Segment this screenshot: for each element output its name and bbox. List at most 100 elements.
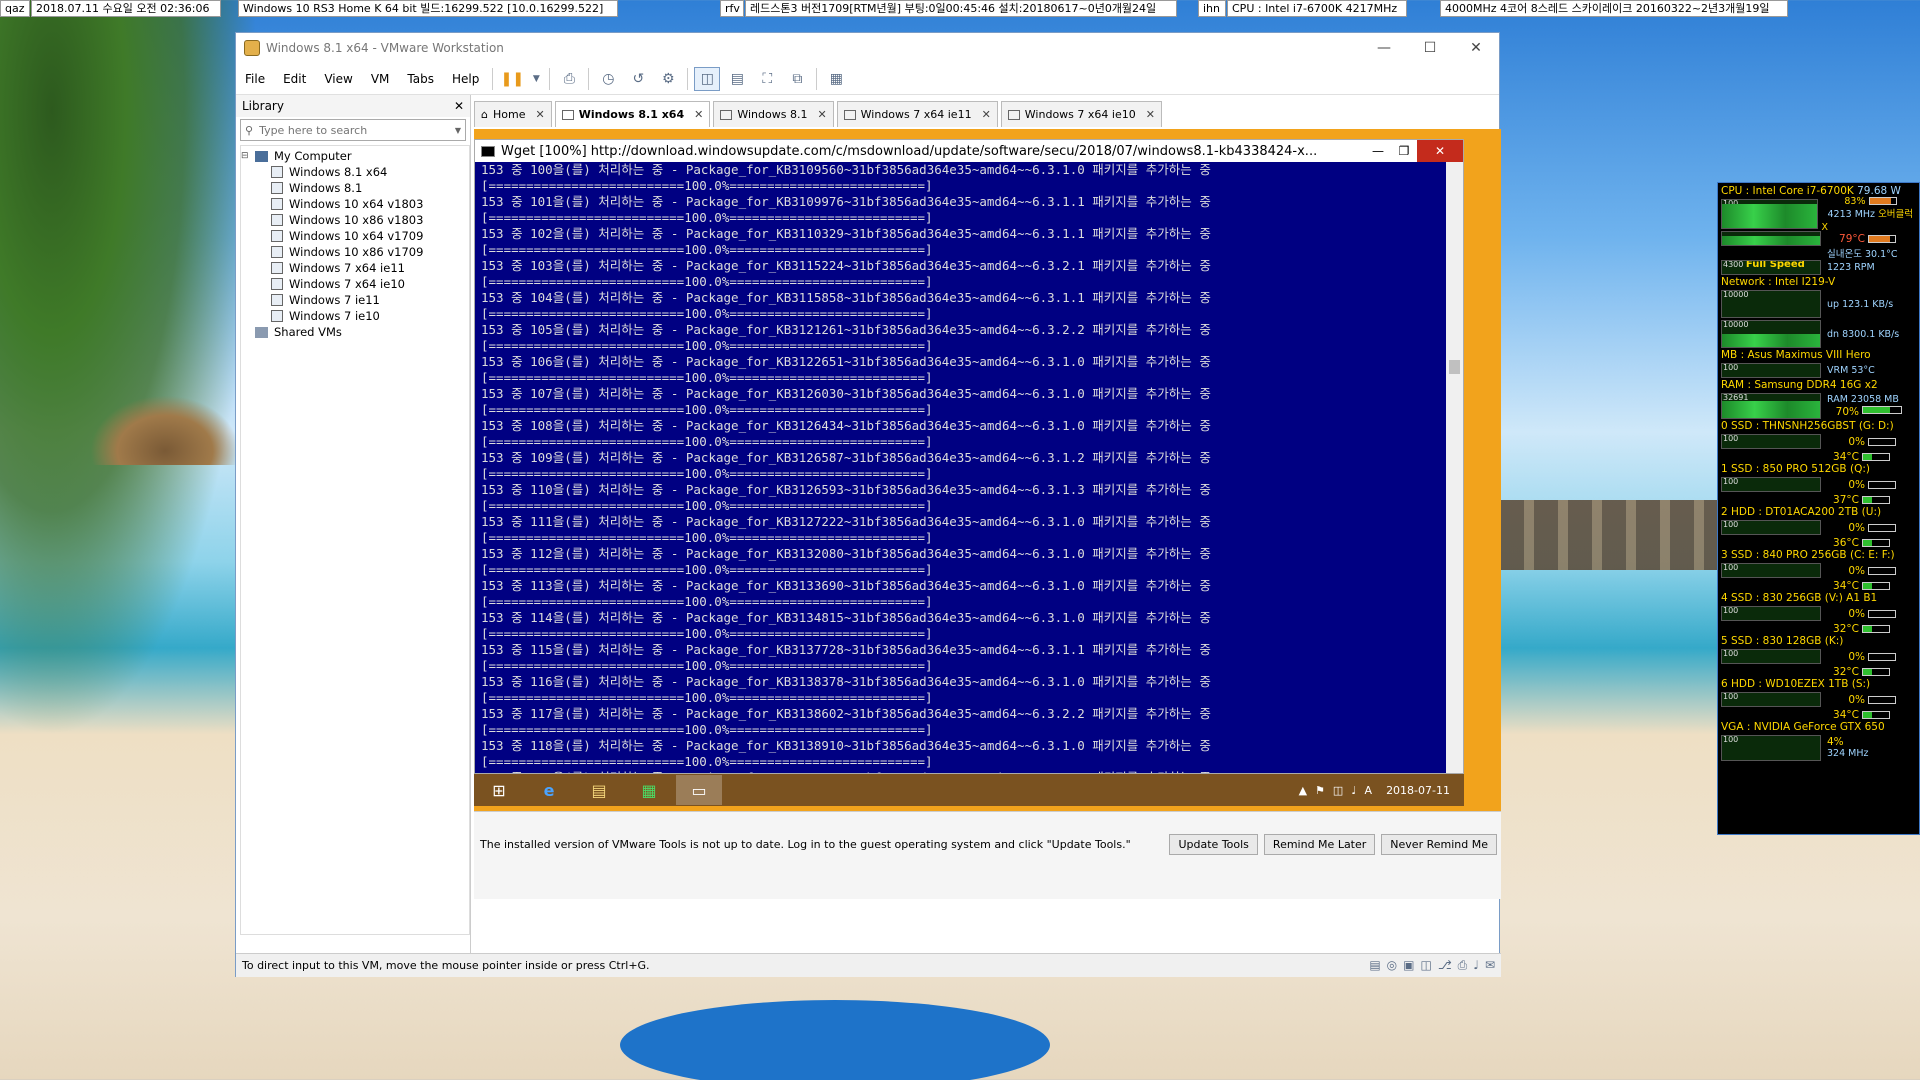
console-view-icon[interactable]: ▦	[823, 67, 849, 91]
tree-item-vm[interactable]: Windows 8.1 x64	[241, 164, 469, 180]
windows-start-icon[interactable]: ⊞	[476, 775, 522, 805]
cd-dvd-icon[interactable]: ◎	[1387, 958, 1397, 973]
search-icon: ⚲	[245, 123, 254, 137]
console-window[interactable]: Wget [100%] http://download.windowsupdat…	[474, 139, 1464, 774]
tree-item-vm[interactable]: Windows 8.1	[241, 180, 469, 196]
maximize-button[interactable]: ☐	[1407, 33, 1453, 63]
send-ctrl-alt-del-icon[interactable]: ⎙	[556, 67, 582, 91]
pause-icon[interactable]: ❚❚	[499, 67, 525, 91]
tab-close-icon[interactable]: ✕	[1146, 108, 1155, 121]
never-remind-button[interactable]: Never Remind Me	[1381, 834, 1497, 855]
close-button[interactable]: ✕	[1453, 33, 1499, 63]
update-tools-button[interactable]: Update Tools	[1169, 834, 1258, 855]
chevron-down-icon[interactable]: ▼	[455, 126, 461, 135]
show-library-icon[interactable]: ◫	[694, 66, 721, 91]
disk-temp-bar	[1862, 495, 1890, 504]
remind-later-button[interactable]: Remind Me Later	[1263, 834, 1376, 855]
network-icon[interactable]: ◫	[1333, 784, 1343, 797]
library-close-icon[interactable]: ✕	[454, 99, 464, 113]
snapshot-revert-icon[interactable]: ↺	[625, 67, 651, 91]
message-log-icon[interactable]: ✉	[1485, 958, 1495, 973]
chevron-down-icon[interactable]: ▼	[529, 67, 543, 91]
guest-date[interactable]: 2018-07-11	[1386, 784, 1450, 797]
full-screen-icon[interactable]: ⛶	[754, 67, 780, 91]
collapse-icon[interactable]: ⊟	[241, 148, 251, 164]
tree-item-vm[interactable]: Windows 7 x64 ie11	[241, 260, 469, 276]
console-line: [==========================100.0%=======…	[481, 370, 933, 385]
unity-icon[interactable]: ⧉	[784, 67, 810, 91]
tree-item-vm[interactable]: Windows 7 ie11	[241, 292, 469, 308]
hard-disk-icon[interactable]: ▤	[1369, 958, 1380, 973]
console-line: 153 중 118을(를) 처리하는 중 - Package_for_KB313…	[481, 738, 1211, 753]
menu-file[interactable]: File	[236, 72, 274, 86]
thumbnail-bar-icon[interactable]: ▤	[724, 67, 750, 91]
disk-usage-row: 100 0%	[1721, 605, 1916, 622]
tab-windows-7-x64-ie10[interactable]: Windows 7 x64 ie10 ✕	[1000, 101, 1162, 127]
tab-windows-7-x64-ie11[interactable]: Windows 7 x64 ie11 ✕	[836, 101, 998, 127]
disk-usage-bar	[1868, 609, 1896, 618]
tree-item-shared-vms[interactable]: Shared VMs	[241, 324, 469, 340]
minimize-button[interactable]: —	[1361, 33, 1407, 63]
disk-temp-row: 32°C	[1721, 622, 1916, 635]
printer-icon[interactable]: ⎙	[1458, 958, 1468, 973]
disk-temp-bar	[1862, 581, 1890, 590]
floppy-icon[interactable]: ▣	[1403, 958, 1414, 973]
disk-temp: 34°C	[1833, 450, 1859, 463]
ime-icon[interactable]: A	[1365, 784, 1373, 797]
chevron-up-icon[interactable]: ▲	[1299, 784, 1307, 797]
menu-edit[interactable]: Edit	[274, 72, 315, 86]
tree-item-my-computer[interactable]: ⊟ My Computer	[241, 148, 469, 164]
console-title-bar[interactable]: Wget [100%] http://download.windowsupdat…	[475, 140, 1463, 162]
network-adapter-icon[interactable]: ◫	[1420, 958, 1431, 973]
usb-icon[interactable]: ⎇	[1438, 958, 1452, 973]
disk-temp-row: 37°C	[1721, 493, 1916, 506]
menu-help[interactable]: Help	[443, 72, 488, 86]
snapshot-manager-icon[interactable]: ⚙	[655, 67, 681, 91]
scrollbar-thumb[interactable]	[1449, 360, 1460, 374]
tree-item-vm[interactable]: Windows 10 x86 v1803	[241, 212, 469, 228]
tab-windows-8-1[interactable]: Windows 8.1 ✕	[713, 101, 834, 127]
menu-vm[interactable]: VM	[362, 72, 399, 86]
tab-label: Windows 7 x64 ie10	[1024, 108, 1136, 121]
disk-entry: 4 SSD : 830 256GB (V:) A1 B1 100 0% 32°C	[1721, 592, 1916, 635]
library-search: ⚲ ▼	[240, 119, 466, 141]
hardware-monitor-gadget: CPU : Intel Core i7-6700K 79.68 W 100 83…	[1717, 182, 1920, 835]
console-minimize-button[interactable]: —	[1365, 140, 1391, 162]
tree-item-vm[interactable]: Windows 7 x64 ie10	[241, 276, 469, 292]
console-scrollbar[interactable]	[1446, 162, 1463, 773]
console-output[interactable]: 153 중 100을(를) 처리하는 중 - Package_for_KB310…	[475, 162, 1447, 773]
command-prompt-icon[interactable]: ▭	[676, 775, 722, 805]
title-bar[interactable]: Windows 8.1 x64 - VMware Workstation — ☐…	[236, 33, 1499, 63]
tree-item-vm[interactable]: Windows 10 x64 v1709	[241, 228, 469, 244]
disk-temp-row: 34°C	[1721, 450, 1916, 463]
water-villas-background	[1500, 500, 1720, 570]
tab-windows-8-1-x64[interactable]: Windows 8.1 x64 ✕	[554, 101, 711, 127]
internet-explorer-icon[interactable]: e	[526, 775, 572, 805]
tree-item-vm[interactable]: Windows 10 x64 v1803	[241, 196, 469, 212]
vm-display[interactable]: Wget [100%] http://download.windowsupdat…	[474, 129, 1501, 899]
file-explorer-icon[interactable]: ▤	[576, 775, 622, 805]
volume-icon[interactable]: ♩	[1351, 784, 1356, 797]
snapshot-take-icon[interactable]: ◷	[595, 67, 621, 91]
console-close-button[interactable]: ✕	[1417, 140, 1463, 162]
tab-close-icon[interactable]: ✕	[982, 108, 991, 121]
tab-close-icon[interactable]: ✕	[694, 108, 703, 121]
flag-icon[interactable]: ⚑	[1315, 784, 1325, 797]
graph-scale: 4300	[1723, 260, 1744, 269]
disk-usage-row: 100 0%	[1721, 519, 1916, 536]
library-search-input[interactable]	[259, 123, 455, 137]
ram-header: RAM : Samsung DDR4 16G x2	[1721, 379, 1878, 391]
tab-close-icon[interactable]: ✕	[817, 108, 826, 121]
tab-close-icon[interactable]: ✕	[535, 108, 544, 121]
menu-view[interactable]: View	[315, 72, 361, 86]
store-icon[interactable]: ▦	[626, 775, 672, 805]
tree-item-vm[interactable]: Windows 7 ie10	[241, 308, 469, 324]
sound-icon[interactable]: ♩	[1473, 958, 1479, 973]
console-line: 153 중 102을(를) 처리하는 중 - Package_for_KB311…	[481, 226, 1211, 241]
tab-label: Windows 8.1	[737, 108, 808, 121]
tree-item-vm[interactable]: Windows 10 x86 v1709	[241, 244, 469, 260]
menu-tabs[interactable]: Tabs	[398, 72, 443, 86]
disk-temp-row: 34°C	[1721, 708, 1916, 721]
tab-home[interactable]: ⌂ Home ✕	[474, 101, 552, 127]
console-restore-button[interactable]: ❐	[1391, 140, 1417, 162]
